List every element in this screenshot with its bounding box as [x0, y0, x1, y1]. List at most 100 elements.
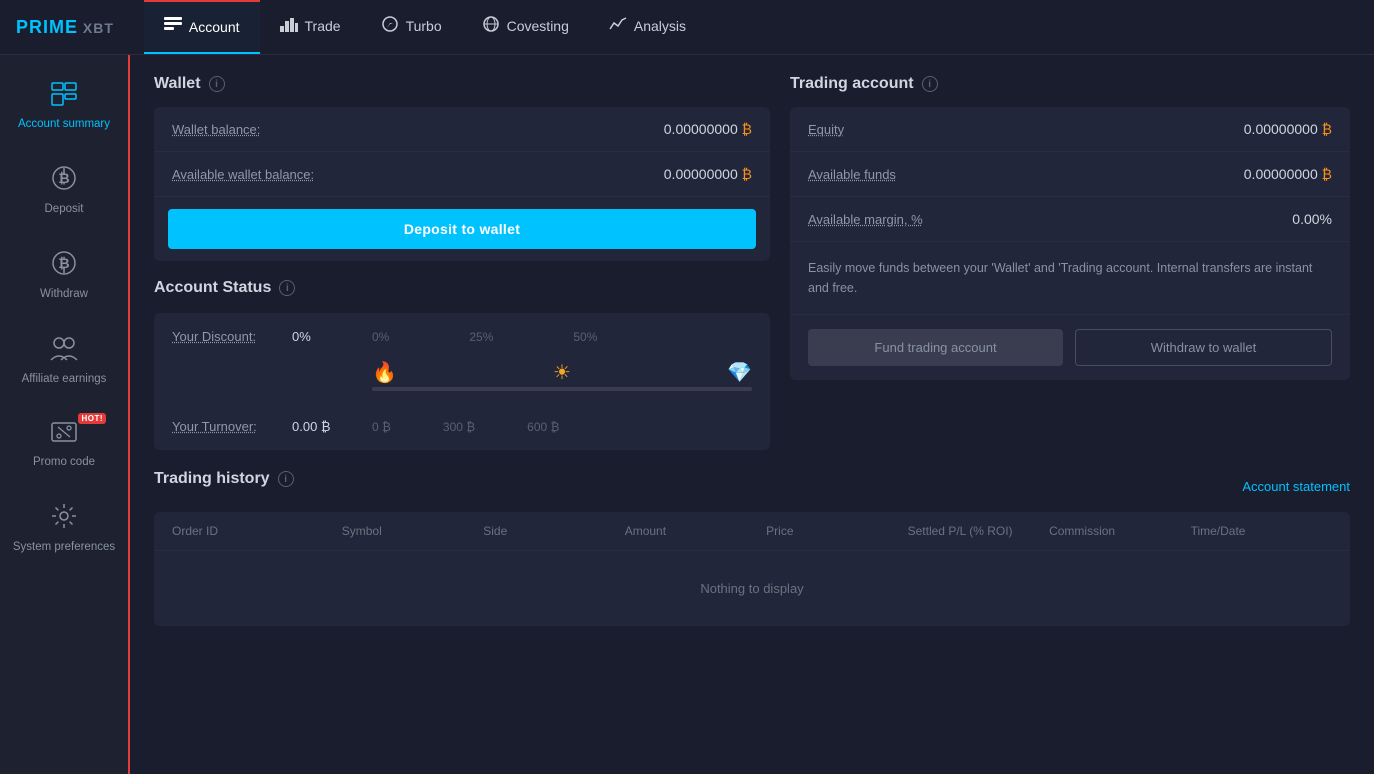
- nav-account[interactable]: Account: [144, 0, 260, 54]
- affiliate-icon: [49, 334, 79, 366]
- col-amount: Amount: [625, 524, 766, 538]
- discount-row: Your Discount: 0% 0% 25% 50%: [172, 329, 752, 344]
- deposit-to-wallet-button[interactable]: Deposit to wallet: [168, 209, 756, 249]
- table-empty-message: Nothing to display: [154, 551, 1350, 626]
- top-navigation: PRIME XBT Account Trade Turbo Covesting: [0, 0, 1374, 55]
- nav-analysis[interactable]: Analysis: [589, 0, 706, 54]
- tier-0: 0%: [372, 330, 389, 344]
- nav-analysis-label: Analysis: [634, 18, 686, 34]
- trading-info-text: Easily move funds between your 'Wallet' …: [790, 242, 1350, 315]
- equity-value: 0.00000000 ₿: [1244, 121, 1332, 137]
- available-funds-row: Available funds 0.00000000 ₿: [790, 152, 1350, 197]
- fund-trading-account-button[interactable]: Fund trading account: [808, 329, 1063, 366]
- progress-track: [372, 387, 752, 391]
- discount-label: Your Discount:: [172, 329, 292, 344]
- preferences-icon: [50, 502, 78, 534]
- account-status-panel: Your Discount: 0% 0% 25% 50%: [154, 313, 770, 450]
- sidebar-withdraw-label: Withdraw: [40, 287, 88, 302]
- deposit-icon: ₿: [50, 164, 78, 196]
- nav-account-label: Account: [189, 19, 240, 35]
- btc-symbol-1: ₿: [742, 121, 752, 137]
- history-table: Order ID Symbol Side Amount Price Settle…: [154, 512, 1350, 626]
- account-nav-icon: [164, 17, 182, 38]
- sidebar: Account summary ₿ Deposit ₿ Withdraw Aff…: [0, 55, 130, 774]
- margin-value: 0.00%: [1292, 211, 1332, 227]
- logo-prime: PRIME: [16, 17, 78, 37]
- main-layout: Account summary ₿ Deposit ₿ Withdraw Aff…: [0, 55, 1374, 774]
- two-col-layout: Wallet i Wallet balance: 0.00000000 ₿ Av…: [154, 75, 1350, 450]
- turnover-tier-300: 300 ₿: [443, 420, 475, 434]
- margin-label: Available margin, %: [808, 212, 923, 227]
- sidebar-deposit-label: Deposit: [45, 202, 84, 217]
- withdraw-to-wallet-button[interactable]: Withdraw to wallet: [1075, 329, 1332, 366]
- promo-icon: [50, 419, 78, 449]
- turnover-label: Your Turnover:: [172, 419, 292, 434]
- sidebar-item-withdraw[interactable]: ₿ Withdraw: [0, 233, 128, 318]
- col-commission: Commission: [1049, 524, 1190, 538]
- nav-trade[interactable]: Trade: [260, 0, 361, 54]
- nav-covesting-label: Covesting: [507, 18, 569, 34]
- turbo-icon: [381, 16, 399, 37]
- available-wallet-value: 0.00000000 ₿: [664, 166, 752, 182]
- discount-value: 0%: [292, 329, 372, 344]
- account-summary-icon: [50, 81, 78, 111]
- nav-covesting[interactable]: Covesting: [462, 0, 589, 54]
- col-order-id: Order ID: [172, 524, 342, 538]
- main-content: Wallet i Wallet balance: 0.00000000 ₿ Av…: [130, 55, 1374, 774]
- sidebar-item-preferences[interactable]: System preferences: [0, 486, 128, 571]
- trade-icon: [280, 16, 298, 37]
- wallet-section-title: Wallet i: [154, 75, 770, 93]
- sidebar-preferences-label: System preferences: [13, 540, 115, 555]
- trading-account-title: Trading account i: [790, 75, 1350, 93]
- available-wallet-row: Available wallet balance: 0.00000000 ₿: [154, 152, 770, 197]
- nav-turbo[interactable]: Turbo: [361, 0, 462, 54]
- logo: PRIME XBT: [16, 17, 114, 38]
- wallet-info-icon[interactable]: i: [209, 76, 225, 92]
- sidebar-affiliate-label: Affiliate earnings: [22, 372, 107, 387]
- wallet-balance-label: Wallet balance:: [172, 122, 260, 137]
- sidebar-item-account-summary[interactable]: Account summary: [0, 65, 128, 148]
- equity-row: Equity 0.00000000 ₿: [790, 107, 1350, 152]
- col-time: Time/Date: [1191, 524, 1332, 538]
- covesting-icon: [482, 16, 500, 37]
- account-status-info-icon[interactable]: i: [279, 280, 295, 296]
- withdraw-icon: ₿: [50, 249, 78, 281]
- col-pnl: Settled P/L (% ROI): [908, 524, 1049, 538]
- equity-label: Equity: [808, 122, 844, 137]
- wallet-balance-row: Wallet balance: 0.00000000 ₿: [154, 107, 770, 152]
- turnover-tier-0: 0 ₿: [372, 420, 391, 434]
- account-statement-link[interactable]: Account statement: [1242, 479, 1350, 494]
- history-title: Trading history i: [154, 470, 294, 488]
- trading-account-info-icon[interactable]: i: [922, 76, 938, 92]
- col-price: Price: [766, 524, 907, 538]
- btc-symbol-2: ₿: [742, 166, 752, 182]
- analysis-icon: [609, 16, 627, 37]
- right-column: Trading account i Equity 0.00000000 ₿ Av…: [790, 75, 1350, 450]
- sidebar-item-affiliate[interactable]: Affiliate earnings: [0, 318, 128, 403]
- history-header: Trading history i Account statement: [154, 470, 1350, 502]
- col-symbol: Symbol: [342, 524, 483, 538]
- sidebar-account-summary-label: Account summary: [18, 117, 110, 132]
- wallet-title-text: Wallet: [154, 75, 201, 93]
- turnover-row: Your Turnover: 0.00 ₿ 0 ₿ 300 ₿ 600 ₿: [172, 419, 752, 434]
- nav-items: Account Trade Turbo Covesting Analysis: [144, 0, 706, 54]
- left-column: Wallet i Wallet balance: 0.00000000 ₿ Av…: [154, 75, 770, 450]
- turnover-value: 0.00 ₿: [292, 419, 372, 434]
- tier-25: 25%: [469, 330, 493, 344]
- trading-account-panel: Equity 0.00000000 ₿ Available funds 0.00…: [790, 107, 1350, 380]
- history-info-icon[interactable]: i: [278, 471, 294, 487]
- equity-btc-symbol: ₿: [1322, 121, 1332, 137]
- sidebar-item-promo[interactable]: HOT! Promo code: [0, 403, 128, 486]
- discount-tiers: 0% 25% 50%: [372, 330, 597, 344]
- available-funds-btc-symbol: ₿: [1322, 166, 1332, 182]
- sidebar-promo-label: Promo code: [33, 455, 95, 470]
- available-wallet-label: Available wallet balance:: [172, 167, 314, 182]
- available-funds-value: 0.00000000 ₿: [1244, 166, 1332, 182]
- sidebar-item-deposit[interactable]: ₿ Deposit: [0, 148, 128, 233]
- wallet-balance-value: 0.00000000 ₿: [664, 121, 752, 137]
- account-status-label: Account Status: [154, 279, 271, 297]
- nav-turbo-label: Turbo: [406, 18, 442, 34]
- table-header: Order ID Symbol Side Amount Price Settle…: [154, 512, 1350, 551]
- turnover-tier-600: 600 ₿: [527, 420, 559, 434]
- account-status-title: Account Status i: [154, 279, 770, 297]
